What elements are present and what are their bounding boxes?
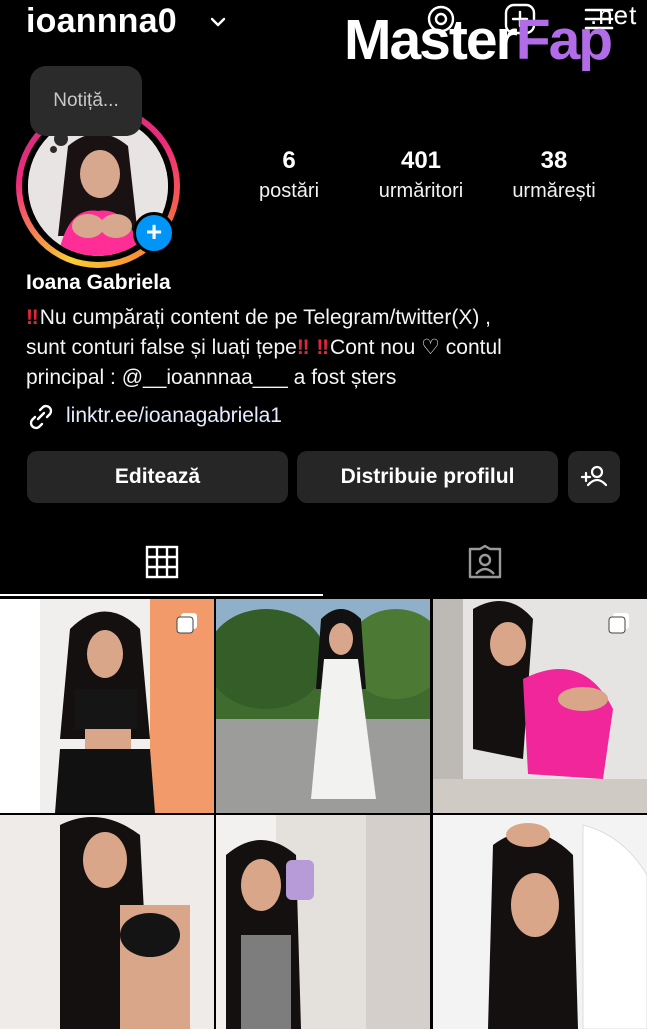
- grid-tab[interactable]: [145, 545, 179, 579]
- post-image: [216, 599, 430, 813]
- bio-line-1: Nu cumpărați content de pe Telegram/twit…: [39, 306, 492, 329]
- watermark-suffix: .net: [590, 0, 638, 30]
- post-image: [0, 815, 214, 1029]
- post-thumbnail[interactable]: [216, 599, 430, 813]
- note-tail: [54, 132, 68, 146]
- discover-people-button[interactable]: [568, 451, 620, 503]
- post-thumbnail[interactable]: [216, 815, 430, 1029]
- add-person-icon: [580, 465, 608, 487]
- link-icon: [29, 404, 53, 430]
- white-heart-icon: ♡: [421, 336, 440, 359]
- double-exclamation-icon: ‼: [296, 336, 310, 359]
- watermark-logo: MasterFap: [344, 8, 613, 72]
- active-tab-indicator: [0, 594, 323, 596]
- profile-name: Ioana Gabriela: [26, 271, 171, 294]
- profile-link[interactable]: linktr.ee/ioanagabriela1: [66, 404, 282, 428]
- note-bubble[interactable]: Notiță...: [30, 66, 142, 136]
- tagged-tab[interactable]: [467, 544, 503, 580]
- edit-profile-button[interactable]: Editează: [27, 451, 288, 503]
- profile-username[interactable]: ioannna0: [26, 2, 177, 41]
- post-thumbnail[interactable]: [0, 815, 214, 1029]
- carousel-icon: [608, 613, 629, 634]
- double-exclamation-icon: ‼: [26, 306, 39, 329]
- following-label[interactable]: urmărești: [474, 180, 634, 203]
- followers-count[interactable]: 401: [351, 147, 491, 175]
- post-image: [216, 815, 430, 1029]
- bio-line-3[interactable]: principal : @__ioannnaa___ a fost șters: [26, 366, 396, 389]
- post-thumbnail[interactable]: [433, 815, 647, 1029]
- note-tail-small: [50, 146, 57, 153]
- carousel-icon: [176, 613, 197, 634]
- posts-count[interactable]: 6: [219, 147, 359, 175]
- bio-line-2c: contul: [445, 336, 502, 359]
- share-profile-button[interactable]: Distribuie profilul: [297, 451, 558, 503]
- profile-bio: ‼ Nu cumpărați content de pe Telegram/twi…: [26, 303, 636, 393]
- chevron-down-icon[interactable]: [208, 12, 228, 32]
- bio-line-2a: sunt conturi false și luați țepe: [26, 336, 297, 359]
- bio-line-2b: Cont nou: [330, 336, 416, 359]
- following-count[interactable]: 38: [484, 147, 624, 175]
- post-image: [433, 815, 647, 1029]
- add-story-button[interactable]: +: [133, 212, 175, 254]
- double-exclamation-icon: ‼: [316, 336, 329, 359]
